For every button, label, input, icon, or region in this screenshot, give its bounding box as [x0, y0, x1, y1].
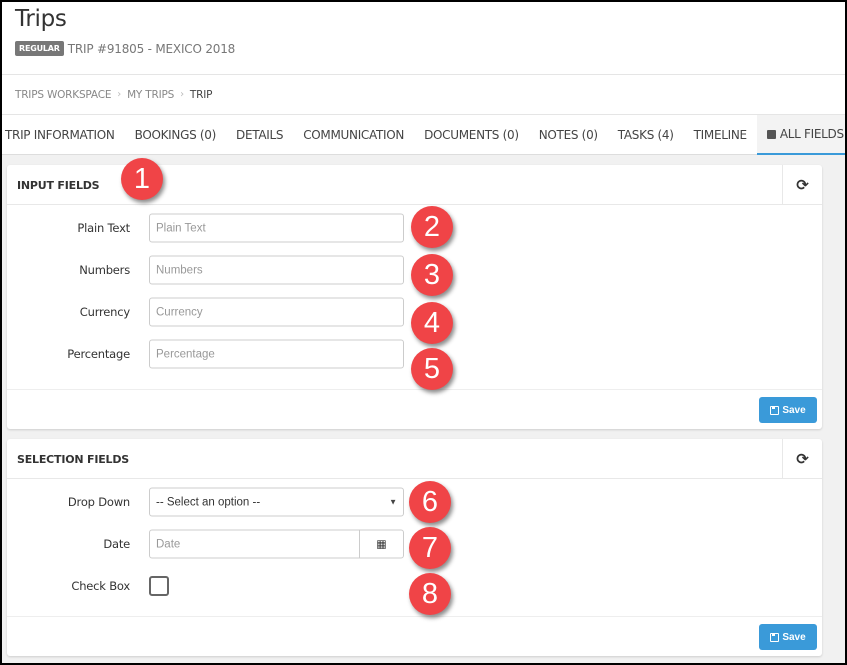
annotation-marker-6: 6 [409, 481, 451, 523]
numbers-label: Numbers [79, 263, 130, 277]
input-fields-panel: INPUT FIELDS ⟳ Plain Text Plain Text Num… [7, 165, 822, 429]
calendar-icon[interactable]: ▦ [359, 530, 403, 558]
plain-text-input[interactable]: Plain Text [149, 213, 404, 243]
input-fields-save-button[interactable]: Save [759, 397, 817, 423]
tab-notes[interactable]: NOTES (0) [529, 115, 608, 155]
refresh-icon: ⟳ [796, 176, 809, 194]
tab-all-fields-label: ALL FIELDS [779, 127, 844, 141]
tab-timeline[interactable]: TIMELINE [684, 115, 757, 155]
trip-type-badge: REGULAR [15, 41, 64, 56]
check-box-label: Check Box [71, 579, 130, 593]
annotation-marker-5: 5 [411, 348, 453, 390]
tab-details[interactable]: DETAILS [226, 115, 293, 155]
date-input[interactable]: Date [150, 538, 359, 550]
trip-subtitle: REGULAR TRIP #91805 - MEXICO 2018 [15, 41, 235, 56]
chevron-right-icon: › [117, 89, 122, 100]
breadcrumb-trip: TRIP [189, 88, 213, 101]
refresh-icon: ⟳ [796, 450, 809, 468]
tab-trip-information[interactable]: TRIP INFORMATION [2, 115, 125, 155]
annotation-marker-2: 2 [411, 206, 453, 248]
tab-bookings[interactable]: BOOKINGS (0) [125, 115, 226, 155]
breadcrumb: TRIPS WORKSPACE › MY TRIPS › TRIP [2, 75, 845, 115]
drop-down-select[interactable]: -- Select an option -- ▼ [149, 487, 404, 517]
selection-fields-save-button[interactable]: Save [759, 624, 817, 650]
selection-fields-header: SELECTION FIELDS ⟳ [7, 439, 822, 479]
annotation-marker-4: 4 [411, 302, 453, 344]
trip-name: TRIP #91805 - MEXICO 2018 [67, 41, 236, 56]
currency-label: Currency [79, 305, 130, 319]
tab-documents[interactable]: DOCUMENTS (0) [414, 115, 529, 155]
breadcrumb-trips-workspace[interactable]: TRIPS WORKSPACE [15, 89, 111, 101]
annotation-marker-8: 8 [409, 573, 451, 615]
selection-fields-refresh-button[interactable]: ⟳ [782, 439, 822, 479]
date-field[interactable]: Date ▦ [149, 529, 404, 559]
input-fields-title: INPUT FIELDS [17, 179, 100, 192]
tab-bar: TRIP INFORMATION BOOKINGS (0) DETAILS CO… [2, 115, 845, 155]
page-title: Trips [15, 6, 67, 32]
app-frame: Trips REGULAR TRIP #91805 - MEXICO 2018 … [2, 2, 845, 663]
input-fields-footer: Save [7, 389, 822, 429]
selection-fields-title: SELECTION FIELDS [17, 453, 129, 466]
plain-text-label: Plain Text [77, 221, 130, 235]
floppy-disk-icon [770, 405, 780, 415]
drop-down-label: Drop Down [67, 495, 130, 509]
breadcrumb-my-trips[interactable]: MY TRIPS [127, 89, 174, 101]
page-header: Trips REGULAR TRIP #91805 - MEXICO 2018 [2, 2, 845, 75]
floppy-disk-icon [770, 632, 780, 642]
cube-icon [766, 129, 776, 139]
numbers-input[interactable]: Numbers [149, 255, 404, 285]
check-box-input[interactable] [149, 576, 169, 596]
chevron-right-icon: › [180, 89, 184, 100]
annotation-marker-7: 7 [409, 527, 451, 569]
caret-down-icon: ▼ [389, 497, 397, 507]
annotation-marker-1: 1 [121, 158, 163, 200]
tab-all-fields[interactable]: ALL FIELDS [756, 115, 845, 155]
currency-input[interactable]: Currency [149, 297, 404, 327]
save-label: Save [782, 404, 806, 416]
percentage-input[interactable]: Percentage [149, 339, 404, 369]
save-label: Save [782, 631, 806, 643]
tab-communication[interactable]: COMMUNICATION [293, 115, 414, 155]
percentage-label: Percentage [67, 347, 130, 361]
date-label: Date [103, 537, 130, 551]
tab-tasks[interactable]: TASKS (4) [608, 115, 684, 155]
drop-down-value: -- Select an option -- [156, 496, 261, 508]
input-fields-refresh-button[interactable]: ⟳ [782, 165, 822, 205]
selection-fields-footer: Save [7, 616, 822, 656]
annotation-marker-3: 3 [411, 254, 453, 296]
